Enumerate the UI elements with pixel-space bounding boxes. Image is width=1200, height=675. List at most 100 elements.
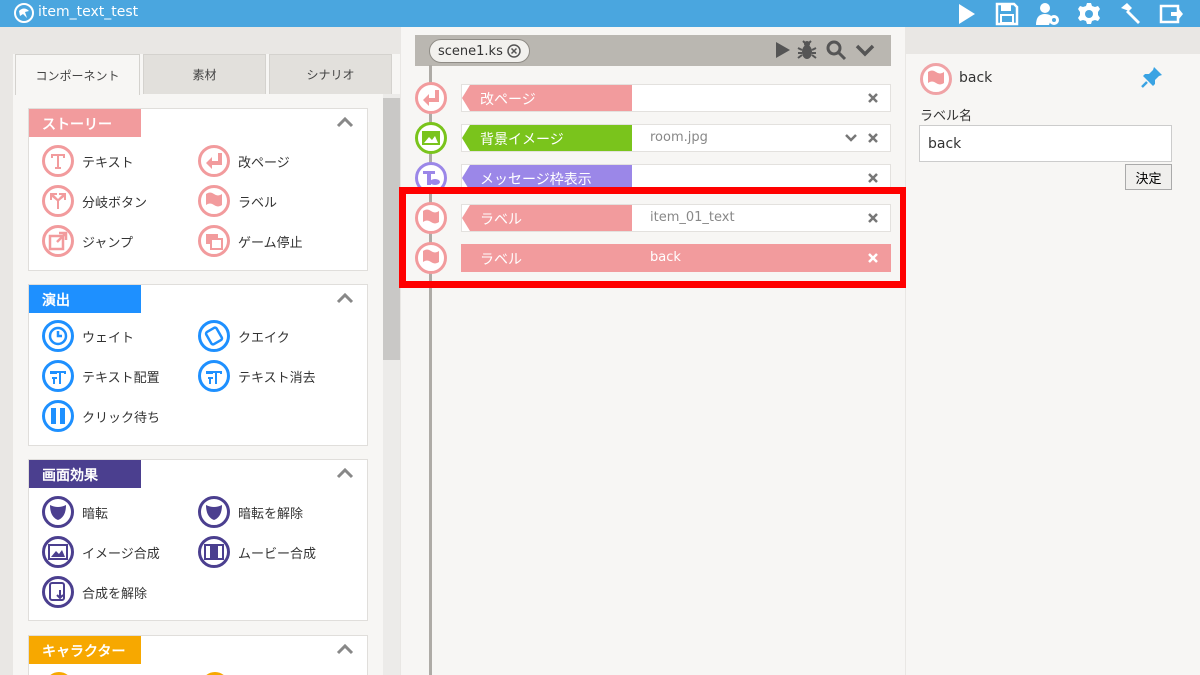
component-label: クエイク (238, 330, 290, 346)
tag-name: 改ページ (462, 85, 632, 111)
category-story: ストーリー テキスト 改ページ 分岐ボタン ラベル ジャンプ ゲーム停止 (28, 108, 368, 271)
export-button[interactable] (1154, 0, 1188, 27)
category-character-label: キャラクター (29, 636, 141, 664)
component-text-place[interactable]: テキスト配置 (42, 360, 160, 392)
uncompose-icon (42, 576, 74, 608)
search-icon[interactable] (825, 39, 847, 61)
category-screen-label: 画面効果 (29, 460, 141, 488)
component-branch-button[interactable]: 分岐ボタン (42, 185, 147, 217)
chevron-up-icon[interactable] (335, 113, 355, 133)
component-fade-out[interactable]: 暗転 (42, 496, 108, 528)
chevron-down-icon[interactable] (844, 131, 858, 145)
component-uncompose[interactable]: 合成を解除 (42, 576, 147, 608)
delete-icon[interactable] (866, 131, 880, 145)
component-game-stop[interactable]: ゲーム停止 (198, 225, 303, 257)
component-jump[interactable]: ジャンプ (42, 225, 133, 257)
fade-icon (42, 496, 74, 528)
unfade-icon (198, 496, 230, 528)
category-effect: 演出 ウェイト クエイク テキスト配置 テキスト消去 クリック待ち (28, 284, 368, 446)
chevron-down-icon[interactable] (854, 39, 876, 61)
component-movie-compose[interactable]: ムービー合成 (198, 536, 316, 568)
tag-row[interactable]: 改ページ (415, 82, 891, 114)
tag-param: room.jpg (650, 130, 708, 145)
scenario-editor: scene1.ks 改ページ 背景イメージ room.jpg メッセージ枠表示 (401, 27, 905, 675)
component-label: 改ページ (238, 155, 290, 171)
user-gear-icon (1036, 2, 1059, 25)
close-icon[interactable] (507, 44, 521, 58)
gear-icon (1078, 2, 1100, 24)
component-wait[interactable]: ウェイト (42, 320, 134, 352)
tag-box[interactable]: 改ページ (461, 84, 891, 112)
category-story-header[interactable]: ストーリー (29, 109, 367, 137)
submit-button[interactable]: 決定 (1125, 164, 1172, 190)
text-icon (42, 145, 74, 177)
delete-icon[interactable] (866, 171, 880, 185)
category-effect-header[interactable]: 演出 (29, 285, 367, 313)
hammer-icon (1121, 2, 1140, 24)
chevron-up-icon[interactable] (335, 640, 355, 660)
save-icon (995, 2, 1019, 25)
build-button[interactable] (1113, 0, 1147, 27)
component-click-wait[interactable]: クリック待ち (42, 400, 160, 432)
component-label: テキスト配置 (82, 370, 160, 386)
tab-components[interactable]: コンポーネント (15, 54, 140, 95)
component-label: テキスト消去 (238, 370, 316, 386)
tag-box[interactable]: 背景イメージ room.jpg (461, 124, 891, 152)
file-tab[interactable]: scene1.ks (429, 39, 530, 63)
delete-icon[interactable] (866, 91, 880, 105)
component-label: 分岐ボタン (82, 195, 148, 211)
tag-name: 背景イメージ (462, 125, 632, 151)
branch-icon (42, 185, 74, 217)
category-screen-header[interactable]: 画面効果 (29, 460, 367, 488)
label-name-input[interactable] (919, 125, 1172, 162)
component-label: ウェイト (82, 330, 135, 346)
component-text-erase[interactable]: テキスト消去 (198, 360, 316, 392)
highlight-box (399, 187, 907, 288)
flag-icon (920, 63, 952, 95)
component-label: イメージ合成 (82, 546, 160, 562)
panel-scrollbar[interactable] (383, 94, 400, 675)
app-title: item_text_test (38, 4, 139, 20)
chevron-up-icon[interactable] (335, 289, 355, 309)
timeline-line (429, 65, 432, 675)
app-logo-icon (14, 3, 34, 23)
category-story-label: ストーリー (29, 109, 141, 137)
component-label: クリック待ち (82, 410, 161, 426)
component-panel: コンポーネント 素材 シナリオ ストーリー テキスト 改ページ 分岐ボタン ラベ… (13, 54, 400, 675)
image-icon (415, 122, 447, 154)
play-icon (959, 3, 975, 24)
bug-icon[interactable] (796, 39, 818, 61)
component-quake[interactable]: クエイク (198, 320, 290, 352)
component-text[interactable]: テキスト (42, 145, 134, 177)
component-label: ゲーム停止 (238, 235, 303, 251)
component-page-break[interactable]: 改ページ (198, 145, 290, 177)
category-character-header[interactable]: キャラクター (29, 636, 367, 664)
file-tab-label: scene1.ks (438, 43, 503, 59)
scrollbar-thumb[interactable] (383, 98, 400, 360)
export-icon (1159, 4, 1183, 23)
category-screen-effect: 画面効果 暗転 暗転を解除 イメージ合成 ムービー合成 合成を解除 (28, 459, 368, 621)
jump-icon (42, 225, 74, 257)
save-button[interactable] (990, 0, 1024, 27)
text-place-icon (42, 360, 74, 392)
settings-button[interactable] (1072, 0, 1106, 27)
category-effect-label: 演出 (29, 285, 141, 313)
editor-toolbar: scene1.ks (415, 35, 891, 66)
tab-scenario[interactable]: シナリオ (269, 54, 392, 94)
tag-row[interactable]: 背景イメージ room.jpg (415, 122, 891, 154)
component-label: 暗転を解除 (238, 506, 304, 522)
properties-title: back (959, 70, 993, 86)
component-fade-in[interactable]: 暗転を解除 (198, 496, 303, 528)
pause-icon (42, 400, 74, 432)
pin-icon[interactable] (1140, 65, 1164, 89)
character-settings-button[interactable] (1031, 0, 1065, 27)
component-label: テキスト (82, 155, 134, 171)
category-character: キャラクター (28, 635, 368, 675)
play-icon[interactable] (771, 39, 793, 61)
chevron-up-icon[interactable] (335, 464, 355, 484)
component-label: ラベル (238, 195, 278, 211)
run-button[interactable] (949, 0, 983, 27)
component-label-tag[interactable]: ラベル (198, 185, 277, 217)
tab-assets[interactable]: 素材 (143, 54, 266, 94)
component-image-compose[interactable]: イメージ合成 (42, 536, 160, 568)
